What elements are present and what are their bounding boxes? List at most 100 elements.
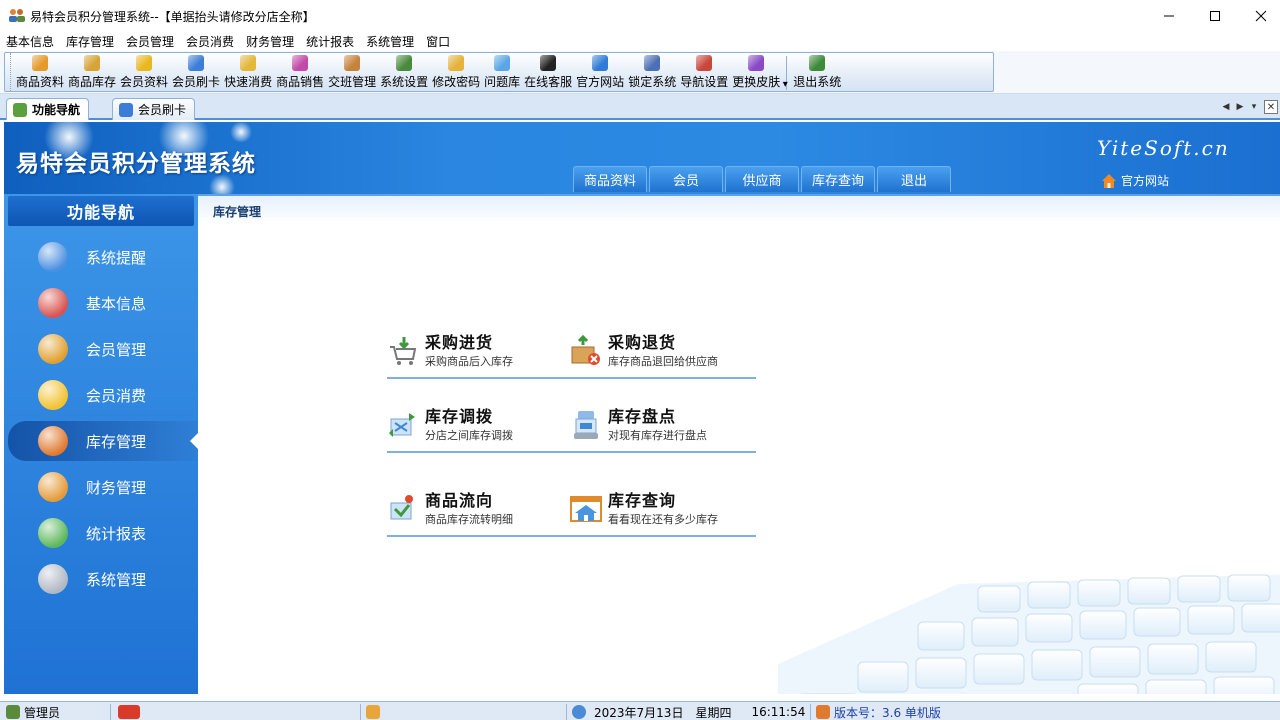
- bar-chart-icon: [38, 518, 68, 548]
- toolbar-button-15[interactable]: 更换皮肤 ▾: [730, 53, 788, 91]
- menu-reports[interactable]: 统计报表: [300, 31, 360, 51]
- func-stock-transfer[interactable]: 库存调拨 分店之间库存调拨: [387, 403, 573, 453]
- nav-item-label: 基本信息: [86, 294, 147, 313]
- menu-member-consume[interactable]: 会员消费: [180, 31, 240, 51]
- banner-tab-supplier[interactable]: 供应商: [725, 166, 799, 192]
- home-tab-icon: [13, 102, 27, 117]
- func-desc: 看看现在还有多少库存: [608, 513, 718, 526]
- tab-close-icon[interactable]: ✕: [1264, 100, 1278, 114]
- status-divider: [566, 704, 567, 720]
- menu-inventory[interactable]: 库存管理: [60, 31, 120, 51]
- banner-tab-goods[interactable]: 商品资料: [573, 166, 647, 192]
- menu-finance[interactable]: 财务管理: [240, 31, 300, 51]
- toolbar-button-7[interactable]: 交班管理: [326, 53, 378, 91]
- nav-item-4[interactable]: 会员消费: [8, 375, 198, 415]
- toolbar-button-label: 商品销售: [276, 75, 325, 89]
- status-user-label: 管理员: [24, 705, 61, 720]
- nav-item-6[interactable]: 财务管理: [8, 467, 198, 507]
- globe-clock-icon: [572, 705, 586, 719]
- toolbar-button-label: 导航设置: [680, 75, 729, 89]
- nav-item-8[interactable]: 系统管理: [8, 559, 198, 599]
- func-desc: 库存商品退回给供应商: [608, 355, 718, 368]
- func-purchase-in[interactable]: 采购进货 采购商品后入库存: [387, 329, 573, 379]
- official-site-link[interactable]: 官方网站: [1101, 172, 1169, 189]
- menu-bar: 基本信息 库存管理 会员管理 会员消费 财务管理 统计报表 系统管理 窗口: [0, 31, 1280, 51]
- toolbar-button-5[interactable]: 快速消费: [222, 53, 274, 91]
- func-goods-flow[interactable]: 商品流向 商品库存流转明细: [387, 487, 573, 537]
- toolbar-button-11[interactable]: 在线客服: [522, 53, 574, 91]
- maximize-button[interactable]: [1192, 0, 1238, 31]
- nav-item-label: 系统管理: [86, 570, 147, 589]
- tab-scroll-left-icon[interactable]: ◀: [1220, 100, 1232, 114]
- tab-list-icon[interactable]: ▾: [1248, 100, 1260, 114]
- status-bar: 管理员 2023年7月13日 星期四 16:11:54 版本号：3.6 单机版: [0, 701, 1280, 720]
- menu-basic-info[interactable]: 基本信息: [0, 31, 60, 51]
- toolbar-button-16[interactable]: 退出系统: [791, 53, 843, 91]
- toolbar-grip[interactable]: [5, 53, 11, 91]
- menu-member[interactable]: 会员管理: [120, 31, 180, 51]
- toolbar-button-4[interactable]: 会员刷卡: [170, 53, 222, 91]
- toolbar-button-1[interactable]: 商品资料: [14, 53, 66, 91]
- warehouse-icon: [38, 426, 68, 456]
- minimize-button[interactable]: [1146, 0, 1192, 31]
- nav-item-2[interactable]: 基本信息: [8, 283, 198, 323]
- banner-tab-stock-query[interactable]: 库存查询: [801, 166, 875, 192]
- toolbar-button-label: 商品资料: [16, 75, 65, 89]
- exit-door-icon: [809, 55, 826, 71]
- toolbar-button-8[interactable]: 系统设置: [378, 53, 430, 91]
- func-desc: 对现有库存进行盘点: [608, 429, 707, 442]
- func-stock-query[interactable]: 库存查询 看看现在还有多少库存: [570, 487, 756, 537]
- app-users-icon: [9, 9, 25, 22]
- toolbar-area: 商品资料 商品库存 会员资料 会员刷卡 快速消费 商品销售 交班管理 系统设置 修改密码 问题库在…: [0, 51, 1280, 94]
- home-icon: [1102, 173, 1116, 188]
- nav-item-7[interactable]: 统计报表: [8, 513, 198, 553]
- inventory-check-icon: [574, 411, 598, 439]
- status-divider: [360, 704, 361, 720]
- toolbar-button-9[interactable]: 修改密码: [430, 53, 482, 91]
- home-small-icon: [816, 705, 830, 719]
- toolbar-button-2[interactable]: 商品库存: [66, 53, 118, 91]
- func-purchase-return[interactable]: 采购退货 库存商品退回给供应商: [570, 329, 756, 379]
- func-stock-check[interactable]: 库存盘点 对现有库存进行盘点: [570, 403, 756, 453]
- toolbar-button-14[interactable]: 导航设置: [678, 53, 730, 91]
- minimize-icon: [1164, 15, 1174, 16]
- toolbar-button-13[interactable]: 锁定系统: [626, 53, 678, 91]
- chat-bubble-icon: [38, 380, 68, 410]
- toolbar-button-10[interactable]: 问题库: [482, 53, 522, 91]
- nav-item-1[interactable]: 系统提醒: [8, 237, 198, 277]
- banner-tab-member[interactable]: 会员: [649, 166, 723, 192]
- close-window-button[interactable]: [1238, 0, 1280, 31]
- vip-badge-icon: [118, 705, 140, 719]
- member-coin-icon: [136, 55, 153, 71]
- func-name: 库存查询: [608, 491, 677, 510]
- info-icon: [38, 242, 68, 272]
- toolbar-button-label: 系统设置: [380, 75, 429, 89]
- menu-system[interactable]: 系统管理: [360, 31, 420, 51]
- toolbar-button-6[interactable]: 商品销售: [274, 53, 326, 91]
- status-divider: [810, 704, 811, 720]
- status-datetime: 2023年7月13日 星期四 16:11:54: [572, 703, 805, 720]
- nav-item-label: 库存管理: [86, 432, 147, 451]
- toolbar-button-3[interactable]: 会员资料: [118, 53, 170, 91]
- stock-box-icon: [84, 55, 101, 71]
- toolbar-button-12[interactable]: 官方网站: [574, 53, 626, 91]
- app-brand-title: 易特会员积分管理系统: [16, 151, 256, 177]
- lock-screen-icon: [644, 55, 661, 71]
- window-title: 易特会员积分管理系统--【单据抬头请修改分店全称】: [30, 10, 315, 24]
- banner: 易特会员积分管理系统 YiteSoft.cn 官方网站 商品资料 会员 供应商 …: [4, 122, 1280, 194]
- menu-window[interactable]: 窗口: [420, 31, 456, 51]
- banner-tab-exit[interactable]: 退出: [877, 166, 951, 192]
- tab-function-nav[interactable]: 功能导航: [6, 98, 90, 120]
- tab-member-card[interactable]: 会员刷卡: [112, 98, 196, 120]
- dropdown-arrow-icon[interactable]: ▾: [783, 79, 788, 90]
- title-bar: 易特会员积分管理系统--【单据抬头请修改分店全称】: [0, 0, 1280, 31]
- toolbar-button-label: 锁定系统: [628, 75, 677, 89]
- tab-scroll-right-icon[interactable]: ▶: [1234, 100, 1246, 114]
- toolbar-button-label: 商品库存: [68, 75, 117, 89]
- nav-item-5[interactable]: 库存管理: [8, 421, 198, 461]
- nav-item-3[interactable]: 会员管理: [8, 329, 198, 369]
- toolbar-button-label: 退出系统: [793, 75, 842, 89]
- content-header: 库存管理: [198, 194, 1280, 224]
- nav-item-label: 统计报表: [86, 524, 147, 543]
- content-panel: 库存管理 采购进货 采购商品后入库存 采购退货 库存商品退回给供应商 库存调拨 …: [198, 194, 1280, 694]
